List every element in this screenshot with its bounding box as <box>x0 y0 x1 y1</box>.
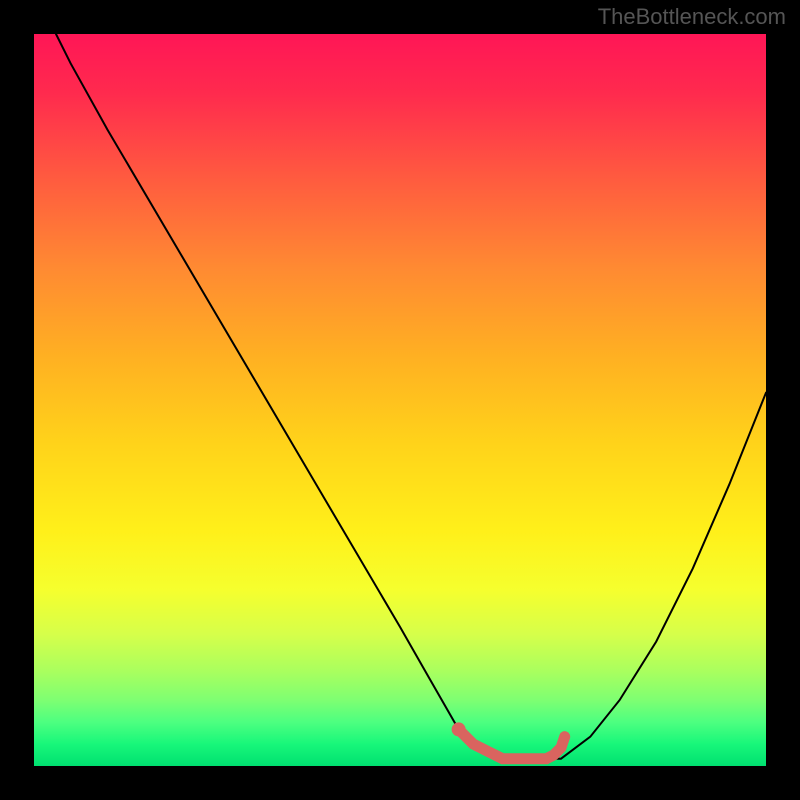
attribution-label: TheBottleneck.com <box>598 4 786 30</box>
curve-layer <box>34 34 766 766</box>
plot-area <box>34 34 766 766</box>
highlight-segment <box>459 729 565 758</box>
highlight-start-dot <box>452 722 466 736</box>
main-curve <box>56 34 766 759</box>
chart-frame: TheBottleneck.com <box>0 0 800 800</box>
